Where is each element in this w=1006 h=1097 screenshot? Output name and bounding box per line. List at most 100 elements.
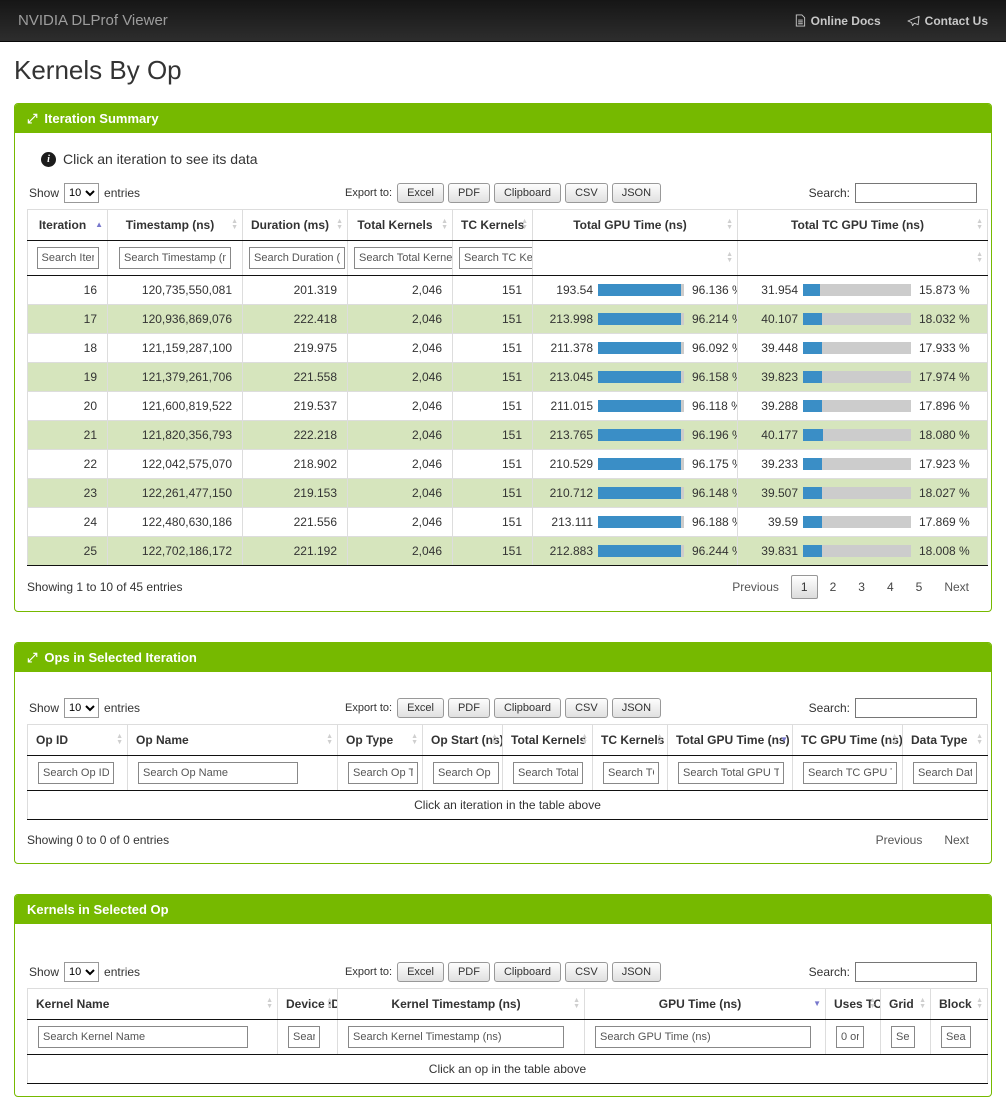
column-header-timestamp-ns[interactable]: Timestamp (ns)▲▼ [108, 210, 243, 241]
iteration-row[interactable]: 20121,600,819,522219.5372,046151211.0159… [28, 392, 988, 421]
filter-input-op-type[interactable] [348, 762, 418, 784]
column-filter-op-start-ns [423, 756, 503, 791]
filter-input-kernel-name[interactable] [38, 1026, 248, 1048]
iteration-row[interactable]: 23122,261,477,150219.1532,046151210.7129… [28, 479, 988, 508]
pagination-page-4[interactable]: 4 [877, 575, 904, 599]
pagination: Previous12345Next [722, 575, 979, 599]
export-json-button[interactable]: JSON [612, 962, 661, 982]
iteration-row[interactable]: 22122,042,575,070218.9022,046151210.5299… [28, 450, 988, 479]
filter-input-gpu-time-ns[interactable] [595, 1026, 811, 1048]
filter-input-grid[interactable] [891, 1026, 915, 1048]
export-pdf-button[interactable]: PDF [448, 962, 490, 982]
cell-tc-gpu-time: 39.82317.974 % [738, 363, 988, 392]
column-header-tc-kernels[interactable]: TC Kernels▲▼ [593, 725, 668, 756]
column-header-kernel-timestamp-ns[interactable]: Kernel Timestamp (ns)▲▼ [338, 989, 585, 1020]
contact-us-link[interactable]: Contact Us [907, 14, 988, 28]
filter-input-op-start-ns[interactable] [433, 762, 499, 784]
column-label: Total TC GPU Time (ns) [791, 218, 924, 232]
filter-input-timestamp-ns[interactable] [119, 247, 231, 269]
export-json-button[interactable]: JSON [612, 183, 661, 203]
filter-input-tc-kernels[interactable] [459, 247, 533, 269]
column-header-gpu-time-ns[interactable]: GPU Time (ns)▼ [585, 989, 826, 1020]
pagination-page-5[interactable]: 5 [906, 575, 933, 599]
column-header-kernel-name[interactable]: Kernel Name▲▼ [28, 989, 278, 1020]
pagination-previous[interactable]: Previous [722, 576, 789, 598]
export-pdf-button[interactable]: PDF [448, 698, 490, 718]
pagination-previous[interactable]: Previous [866, 829, 933, 851]
export-clipboard-button[interactable]: Clipboard [494, 183, 561, 203]
column-header-duration-ms[interactable]: Duration (ms)▲▼ [243, 210, 348, 241]
filter-input-device-id[interactable] [288, 1026, 320, 1048]
iteration-row[interactable]: 24122,480,630,186221.5562,046151213.1119… [28, 508, 988, 537]
filter-input-tc-kernels[interactable] [603, 762, 659, 784]
app-brand[interactable]: NVIDIA DLProf Viewer [18, 12, 168, 29]
column-header-tc-kernels[interactable]: TC Kernels▲▼ [453, 210, 533, 241]
pagination-page-2[interactable]: 2 [820, 575, 847, 599]
column-label: Total Kernels [511, 733, 586, 747]
column-header-grid[interactable]: Grid▲▼ [881, 989, 931, 1020]
filter-input-total-kernels[interactable] [513, 762, 583, 784]
filter-input-op-id[interactable] [38, 762, 114, 784]
column-filter-tc-kernels [593, 756, 668, 791]
filter-input-total-kernels[interactable] [354, 247, 453, 269]
column-header-total-gpu-time-ns[interactable]: Total GPU Time (ns)▲▼ [533, 210, 738, 241]
iteration-row[interactable]: 17120,936,869,076222.4182,046151213.9989… [28, 305, 988, 334]
column-header-iteration[interactable]: Iteration▲ [28, 210, 108, 241]
filter-input-uses-tc[interactable] [836, 1026, 864, 1048]
filter-input-total-gpu-time-ns[interactable] [678, 762, 784, 784]
column-header-op-name[interactable]: Op Name▲▼ [128, 725, 338, 756]
iteration-row[interactable]: 16120,735,550,081201.3192,046151193.5496… [28, 276, 988, 305]
pagination-page-1[interactable]: 1 [791, 575, 818, 599]
filter-input-data-type[interactable] [913, 762, 977, 784]
export-clipboard-button[interactable]: Clipboard [494, 962, 561, 982]
search-input[interactable] [855, 183, 977, 203]
column-header-total-tc-gpu-time-ns[interactable]: Total TC GPU Time (ns)▲▼ [738, 210, 988, 241]
column-header-block[interactable]: Block▲▼ [931, 989, 988, 1020]
column-header-total-kernels[interactable]: Total Kernels▲▼ [503, 725, 593, 756]
column-header-uses-tc[interactable]: Uses TC▲▼ [826, 989, 881, 1020]
filter-input-tc-gpu-time-ns[interactable] [803, 762, 897, 784]
online-docs-link[interactable]: Online Docs [794, 14, 881, 28]
column-header-op-id[interactable]: Op ID▲▼ [28, 725, 128, 756]
iteration-row[interactable]: 18121,159,287,100219.9752,046151211.3789… [28, 334, 988, 363]
progress-bar-fill [598, 458, 681, 470]
cell-tc-kernels: 151 [453, 421, 533, 450]
iteration-row[interactable]: 19121,379,261,706221.5582,046151213.0459… [28, 363, 988, 392]
cell-tc-kernels: 151 [453, 334, 533, 363]
search-input[interactable] [855, 962, 977, 982]
filter-input-duration-ms[interactable] [249, 247, 345, 269]
column-header-total-gpu-time-ns[interactable]: Total GPU Time (ns)▼ [668, 725, 793, 756]
export-json-button[interactable]: JSON [612, 698, 661, 718]
filter-input-op-name[interactable] [138, 762, 298, 784]
page-size-select[interactable]: 10 [64, 962, 99, 982]
export-csv-button[interactable]: CSV [565, 698, 608, 718]
export-pdf-button[interactable]: PDF [448, 183, 490, 203]
iteration-row[interactable]: 21121,820,356,793222.2182,046151213.7659… [28, 421, 988, 450]
export-csv-button[interactable]: CSV [565, 962, 608, 982]
filter-input-block[interactable] [941, 1026, 971, 1048]
export-csv-button[interactable]: CSV [565, 183, 608, 203]
page-size-select[interactable]: 10 [64, 698, 99, 718]
search-input[interactable] [855, 698, 977, 718]
column-header-total-kernels[interactable]: Total Kernels▲▼ [348, 210, 453, 241]
export-excel-button[interactable]: Excel [397, 698, 444, 718]
progress-bar-fill [803, 284, 820, 296]
iteration-row[interactable]: 25122,702,186,172221.1922,046151212.8839… [28, 537, 988, 566]
column-header-device-id[interactable]: Device ID▲▼ [278, 989, 338, 1020]
cell-timestamp: 121,820,356,793 [108, 421, 243, 450]
export-excel-button[interactable]: Excel [397, 183, 444, 203]
column-header-op-start-ns[interactable]: Op Start (ns)▲▼ [423, 725, 503, 756]
cell-duration: 219.975 [243, 334, 348, 363]
document-icon [794, 14, 806, 27]
pagination-next[interactable]: Next [934, 829, 979, 851]
column-header-data-type[interactable]: Data Type▲▼ [903, 725, 988, 756]
column-header-tc-gpu-time-ns[interactable]: TC GPU Time (ns)▲▼ [793, 725, 903, 756]
export-clipboard-button[interactable]: Clipboard [494, 698, 561, 718]
page-size-select[interactable]: 10 [64, 183, 99, 203]
pagination-next[interactable]: Next [934, 576, 979, 598]
column-header-op-type[interactable]: Op Type▲▼ [338, 725, 423, 756]
filter-input-kernel-timestamp-ns[interactable] [348, 1026, 564, 1048]
export-excel-button[interactable]: Excel [397, 962, 444, 982]
filter-input-iteration[interactable] [37, 247, 99, 269]
pagination-page-3[interactable]: 3 [848, 575, 875, 599]
